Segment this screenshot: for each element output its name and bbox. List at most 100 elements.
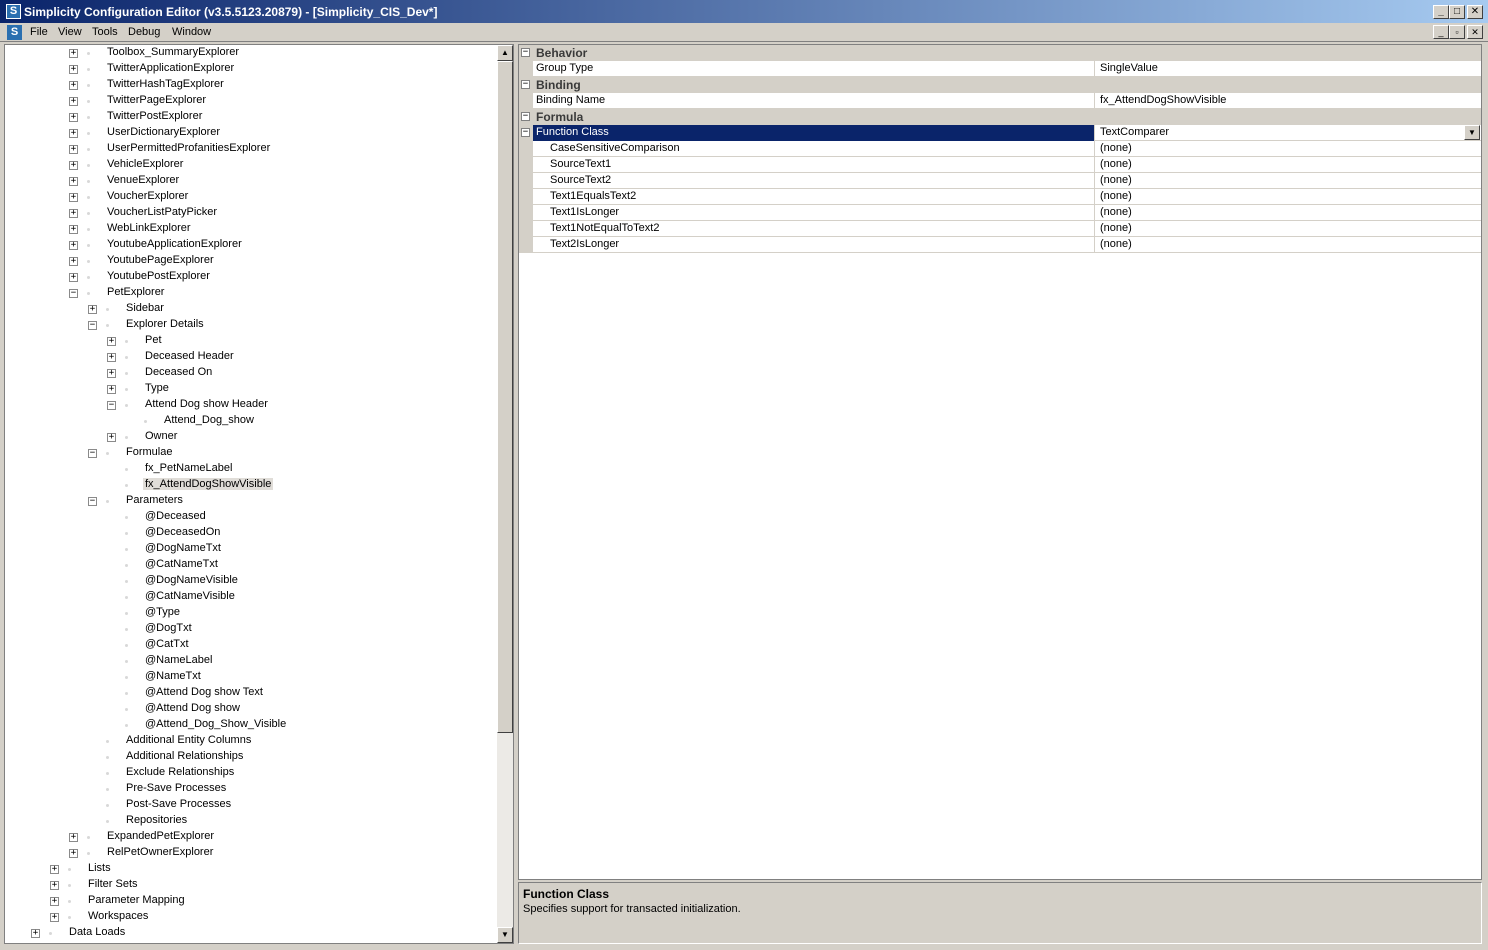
tree-node[interactable]: + UserDictionaryExplorer (5, 125, 497, 141)
property-name[interactable]: Group Type (533, 61, 1095, 77)
tree-node[interactable]: + Workspaces (5, 909, 497, 925)
tree-node[interactable]: + VenueExplorer (5, 173, 497, 189)
tree-node[interactable]: + YoutubePageExplorer (5, 253, 497, 269)
tree-node[interactable]: + VoucherExplorer (5, 189, 497, 205)
menu-debug[interactable]: Debug (128, 26, 160, 38)
tree-node[interactable]: @Type (5, 605, 497, 621)
tree-node[interactable]: + ExpandedPetExplorer (5, 829, 497, 845)
tree-node[interactable]: @Attend_Dog_Show_Visible (5, 717, 497, 733)
tree-node[interactable]: + TwitterHashTagExplorer (5, 77, 497, 93)
tree-node[interactable]: + TwitterApplicationExplorer (5, 61, 497, 77)
tree-node-label[interactable]: VoucherExplorer (105, 190, 190, 202)
expand-icon[interactable]: + (107, 369, 116, 378)
tree-node[interactable]: + Deceased On (5, 365, 497, 381)
property-row[interactable]: Binding Name fx_AttendDogShowVisible (519, 93, 1481, 109)
expand-icon[interactable]: + (69, 833, 78, 842)
tree-node-label[interactable]: Workspaces (86, 910, 150, 922)
tree-node-label[interactable]: fx_AttendDogShowVisible (143, 478, 274, 490)
expand-icon[interactable]: + (107, 353, 116, 362)
tree-node-label[interactable]: VoucherListPatyPicker (105, 206, 219, 218)
tree-node[interactable]: + Owner (5, 429, 497, 445)
collapse-icon[interactable]: − (69, 289, 78, 298)
property-value[interactable]: TextComparer (1097, 125, 1481, 141)
tree-node[interactable]: + Sidebar (5, 301, 497, 317)
tree-node[interactable]: + TwitterPostExplorer (5, 109, 497, 125)
expand-icon[interactable]: + (69, 49, 78, 58)
tree-node[interactable]: Exclude Relationships (5, 765, 497, 781)
expand-icon[interactable]: + (50, 897, 59, 906)
tree-node[interactable]: @DeceasedOn (5, 525, 497, 541)
expand-icon[interactable]: + (69, 209, 78, 218)
collapse-icon[interactable]: − (521, 80, 530, 89)
tree-node[interactable]: + TwitterPageExplorer (5, 93, 497, 109)
tree-node-label[interactable]: Toolbox_SummaryExplorer (105, 46, 241, 58)
tree-node[interactable]: + VoucherListPatyPicker (5, 205, 497, 221)
tree-node-label[interactable]: Data Loads (67, 926, 127, 938)
tree-node-label[interactable]: Repositories (124, 814, 189, 826)
expand-icon[interactable]: + (50, 865, 59, 874)
tree-node-label[interactable]: @Attend Dog show (143, 702, 242, 714)
property-name[interactable]: SourceText1 (533, 157, 1095, 173)
tree-node-label[interactable]: Pet (143, 334, 164, 346)
tree-node-label[interactable]: TwitterHashTagExplorer (105, 78, 226, 90)
expand-icon[interactable]: + (69, 273, 78, 282)
expand-icon[interactable]: + (69, 145, 78, 154)
tree-node[interactable]: @CatTxt (5, 637, 497, 653)
expand-icon[interactable]: + (69, 129, 78, 138)
tree-node-label[interactable]: @NameTxt (143, 670, 203, 682)
tree-node[interactable]: @DogTxt (5, 621, 497, 637)
expand-icon[interactable]: + (69, 849, 78, 858)
tree-node[interactable]: @Deceased (5, 509, 497, 525)
property-value[interactable]: (none) (1097, 205, 1481, 221)
tree-node[interactable]: + YoutubeApplicationExplorer (5, 237, 497, 253)
property-row[interactable]: SourceText1 (none) (519, 157, 1481, 173)
tree-node-label[interactable]: @DogNameTxt (143, 542, 223, 554)
expand-icon[interactable]: + (107, 385, 116, 394)
mdi-close-button[interactable]: ✕ (1467, 25, 1483, 39)
tree-node[interactable]: fx_AttendDogShowVisible (5, 477, 497, 493)
collapse-icon[interactable]: − (88, 321, 97, 330)
tree-node-label[interactable]: TwitterPostExplorer (105, 110, 204, 122)
tree-node[interactable]: − Explorer Details (5, 317, 497, 333)
expand-icon[interactable]: + (69, 97, 78, 106)
tree-node-label[interactable]: @Deceased (143, 510, 208, 522)
tree-node-label[interactable]: VenueExplorer (105, 174, 181, 186)
tree-node-label[interactable]: Attend Dog show Header (143, 398, 270, 410)
tree-node[interactable]: + Parameter Mapping (5, 893, 497, 909)
tree-node-label[interactable]: @DeceasedOn (143, 526, 222, 538)
menu-view[interactable]: View (58, 26, 82, 38)
tree-node-label[interactable]: @Attend Dog show Text (143, 686, 265, 698)
tree-node-label[interactable]: Attend_Dog_show (162, 414, 256, 426)
tree-node[interactable]: − Formulae (5, 445, 497, 461)
tree-node[interactable]: @Attend Dog show Text (5, 685, 497, 701)
expand-icon[interactable]: + (50, 881, 59, 890)
tree-node-label[interactable]: RelPetOwnerExplorer (105, 846, 215, 858)
tree-node-label[interactable]: Parameter Mapping (86, 894, 187, 906)
menu-window[interactable]: Window (172, 26, 211, 38)
document-icon[interactable]: S (7, 25, 22, 40)
tree-node[interactable]: @DogNameVisible (5, 573, 497, 589)
tree-node[interactable]: + Data Loads (5, 925, 497, 941)
property-name[interactable]: SourceText2 (533, 173, 1095, 189)
tree-node[interactable]: + Type (5, 381, 497, 397)
minimize-button[interactable]: _ (1433, 5, 1449, 19)
tree-node-label[interactable]: Explorer Details (124, 318, 206, 330)
tree-node-label[interactable]: UserPermittedProfanitiesExplorer (105, 142, 272, 154)
tree-node-label[interactable]: UserDictionaryExplorer (105, 126, 222, 138)
expand-icon[interactable]: + (69, 65, 78, 74)
tree-node-label[interactable]: @CatNameTxt (143, 558, 220, 570)
configuration-tree[interactable]: + Toolbox_SummaryExplorer + TwitterApplicat… (4, 44, 514, 944)
property-value[interactable]: (none) (1097, 141, 1481, 157)
collapse-icon[interactable]: − (521, 128, 530, 137)
property-name[interactable]: Text2IsLonger (533, 237, 1095, 253)
close-button[interactable]: ✕ (1467, 5, 1483, 19)
menu-file[interactable]: File (30, 26, 48, 38)
property-category[interactable]: − Binding (519, 77, 1481, 93)
tree-node-label[interactable]: PetExplorer (105, 286, 166, 298)
property-value[interactable]: fx_AttendDogShowVisible (1097, 93, 1481, 109)
tree-node-label[interactable]: fx_PetNameLabel (143, 462, 234, 474)
tree-node-label[interactable]: YoutubePostExplorer (105, 270, 212, 282)
property-name[interactable]: Text1EqualsText2 (533, 189, 1095, 205)
tree-node[interactable]: + WebLinkExplorer (5, 221, 497, 237)
collapse-icon[interactable]: − (521, 112, 530, 121)
